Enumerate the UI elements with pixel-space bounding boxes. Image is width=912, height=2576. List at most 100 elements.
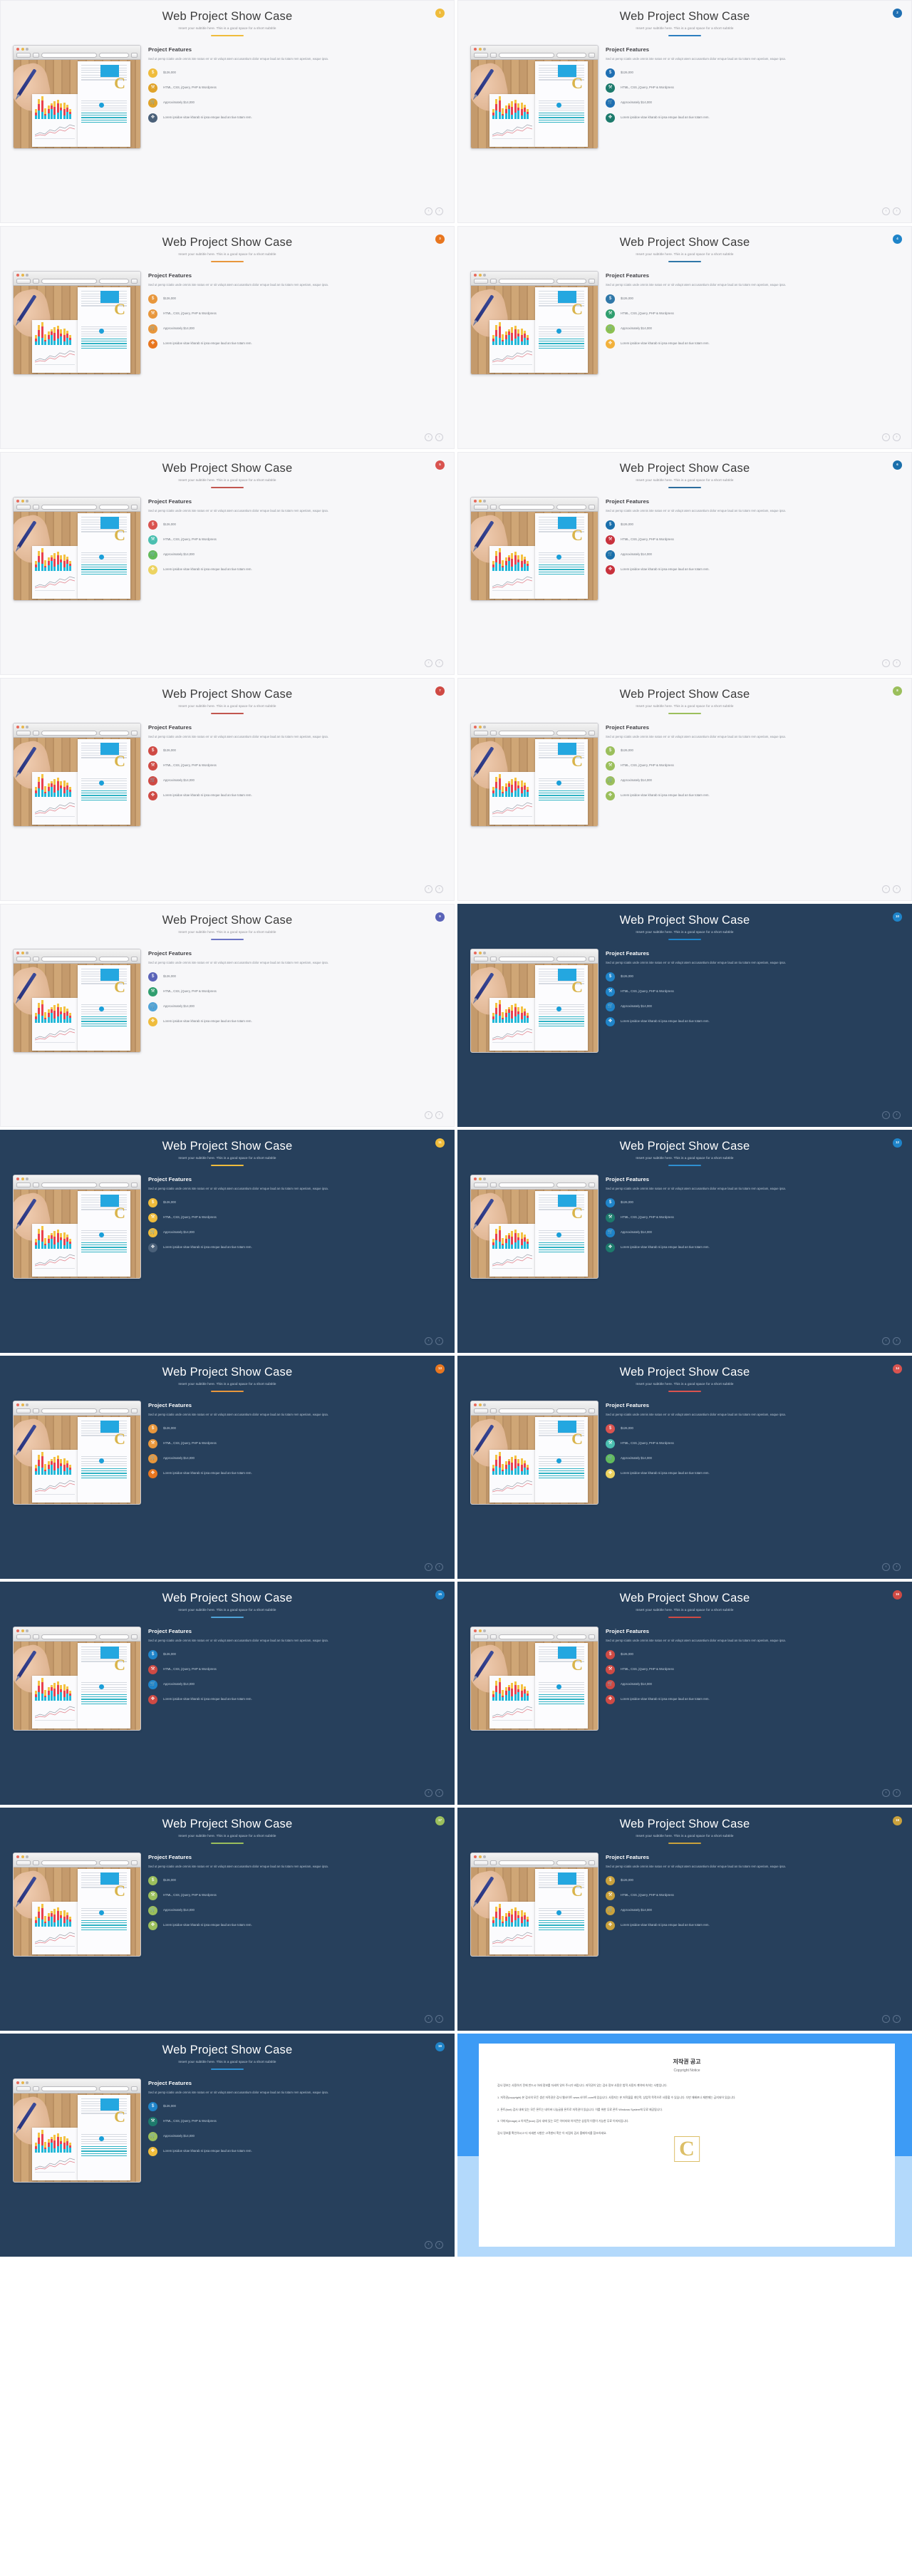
search-input[interactable] (99, 505, 129, 510)
gear-icon[interactable] (131, 1408, 138, 1414)
address-bar-input[interactable] (41, 505, 97, 510)
slide-12[interactable]: 12 Web Project Show Case Insert your subti… (457, 1130, 912, 1353)
back-forward-buttons[interactable] (474, 279, 488, 284)
slide-6[interactable]: 6 Web Project Show Case Insert your subtit… (457, 452, 912, 675)
new-tab-button[interactable] (33, 957, 39, 962)
slide-9[interactable]: 9 Web Project Show Case Insert your subtit… (0, 904, 455, 1127)
minimize-icon[interactable] (21, 1178, 24, 1181)
gear-icon[interactable] (131, 731, 138, 736)
back-forward-buttons[interactable] (474, 53, 488, 58)
new-tab-button[interactable] (33, 731, 39, 736)
gear-icon[interactable] (131, 2086, 138, 2092)
search-input[interactable] (99, 731, 129, 736)
slide-18[interactable]: 18 Web Project Show Case Insert your subti… (457, 1808, 912, 2031)
back-forward-buttons[interactable] (16, 1860, 31, 1866)
close-icon[interactable] (16, 1403, 19, 1407)
next-arrow-icon[interactable]: › (435, 1563, 443, 1571)
back-forward-buttons[interactable] (16, 2086, 31, 2092)
new-tab-button[interactable] (490, 957, 497, 962)
slide-nav[interactable]: ‹ › (425, 659, 443, 667)
back-forward-buttons[interactable] (16, 1408, 31, 1414)
address-bar-input[interactable] (499, 731, 554, 736)
prev-arrow-icon[interactable]: ‹ (425, 2241, 432, 2249)
address-bar-input[interactable] (499, 957, 554, 962)
gear-icon[interactable] (589, 957, 595, 962)
slide-nav[interactable]: ‹ › (882, 659, 901, 667)
slide-14[interactable]: 14 Web Project Show Case Insert your subti… (457, 1356, 912, 1579)
search-input[interactable] (556, 1860, 586, 1866)
gear-icon[interactable] (589, 1634, 595, 1640)
copyright-slide[interactable]: 저작권 공고 Copyright Notice 검사 정보는 사용하기 전에 반드시… (457, 2034, 912, 2257)
next-arrow-icon[interactable]: › (893, 1111, 901, 1119)
prev-arrow-icon[interactable]: ‹ (882, 1563, 890, 1571)
minimize-icon[interactable] (478, 726, 482, 729)
new-tab-button[interactable] (33, 1408, 39, 1414)
address-bar-input[interactable] (499, 1634, 554, 1640)
address-bar-input[interactable] (41, 1408, 97, 1414)
slide-nav[interactable]: ‹ › (882, 1789, 901, 1797)
minimize-icon[interactable] (478, 952, 482, 955)
close-icon[interactable] (16, 48, 19, 51)
close-icon[interactable] (16, 1629, 19, 1633)
new-tab-button[interactable] (33, 1634, 39, 1640)
close-icon[interactable] (474, 1629, 477, 1633)
next-arrow-icon[interactable]: › (435, 433, 443, 441)
slide-nav[interactable]: ‹ › (425, 2241, 443, 2249)
next-arrow-icon[interactable]: › (893, 2015, 901, 2023)
gear-icon[interactable] (589, 731, 595, 736)
prev-arrow-icon[interactable]: ‹ (425, 1789, 432, 1797)
slide-8[interactable]: 8 Web Project Show Case Insert your subtit… (457, 678, 912, 901)
minimize-icon[interactable] (478, 1855, 482, 1859)
slide-nav[interactable]: ‹ › (882, 433, 901, 441)
back-forward-buttons[interactable] (16, 1183, 31, 1188)
gear-icon[interactable] (131, 1634, 138, 1640)
slide-7[interactable]: 7 Web Project Show Case Insert your subtit… (0, 678, 455, 901)
maximize-icon[interactable] (26, 274, 28, 277)
address-bar-input[interactable] (41, 1860, 97, 1866)
search-input[interactable] (556, 1634, 586, 1640)
next-arrow-icon[interactable]: › (893, 1337, 901, 1345)
maximize-icon[interactable] (26, 48, 28, 51)
close-icon[interactable] (474, 1178, 477, 1181)
minimize-icon[interactable] (21, 726, 24, 729)
slide-nav[interactable]: ‹ › (425, 433, 443, 441)
search-input[interactable] (556, 505, 586, 510)
address-bar-input[interactable] (41, 2086, 97, 2092)
slide-nav[interactable]: ‹ › (425, 885, 443, 893)
search-input[interactable] (556, 279, 586, 284)
address-bar-input[interactable] (499, 505, 554, 510)
slide-nav[interactable]: ‹ › (425, 1337, 443, 1345)
maximize-icon[interactable] (26, 1629, 28, 1633)
minimize-icon[interactable] (21, 1629, 24, 1633)
gear-icon[interactable] (131, 53, 138, 58)
next-arrow-icon[interactable]: › (893, 1563, 901, 1571)
minimize-icon[interactable] (478, 1403, 482, 1407)
slide-5[interactable]: 5 Web Project Show Case Insert your subtit… (0, 452, 455, 675)
slide-nav[interactable]: ‹ › (425, 1563, 443, 1571)
back-forward-buttons[interactable] (474, 1408, 488, 1414)
minimize-icon[interactable] (21, 500, 24, 503)
slide-nav[interactable]: ‹ › (425, 2015, 443, 2023)
close-icon[interactable] (16, 952, 19, 955)
search-input[interactable] (99, 1183, 129, 1188)
minimize-icon[interactable] (478, 1629, 482, 1633)
search-input[interactable] (556, 1408, 586, 1414)
new-tab-button[interactable] (33, 505, 39, 510)
slide-nav[interactable]: ‹ › (882, 1563, 901, 1571)
search-input[interactable] (99, 279, 129, 284)
slide-16[interactable]: 16 Web Project Show Case Insert your subti… (457, 1582, 912, 1805)
next-arrow-icon[interactable]: › (435, 2015, 443, 2023)
prev-arrow-icon[interactable]: ‹ (882, 1789, 890, 1797)
new-tab-button[interactable] (490, 1634, 497, 1640)
slide-10[interactable]: 10 Web Project Show Case Insert your subti… (457, 904, 912, 1127)
slide-4[interactable]: 4 Web Project Show Case Insert your subtit… (457, 226, 912, 449)
maximize-icon[interactable] (483, 1855, 486, 1859)
slide-19[interactable]: 19 Web Project Show Case Insert your subti… (0, 2034, 455, 2257)
slide-nav[interactable]: ‹ › (882, 2015, 901, 2023)
next-arrow-icon[interactable]: › (435, 207, 443, 215)
address-bar-input[interactable] (499, 53, 554, 58)
minimize-icon[interactable] (21, 48, 24, 51)
close-icon[interactable] (16, 1178, 19, 1181)
new-tab-button[interactable] (490, 53, 497, 58)
slide-nav[interactable]: ‹ › (425, 207, 443, 215)
